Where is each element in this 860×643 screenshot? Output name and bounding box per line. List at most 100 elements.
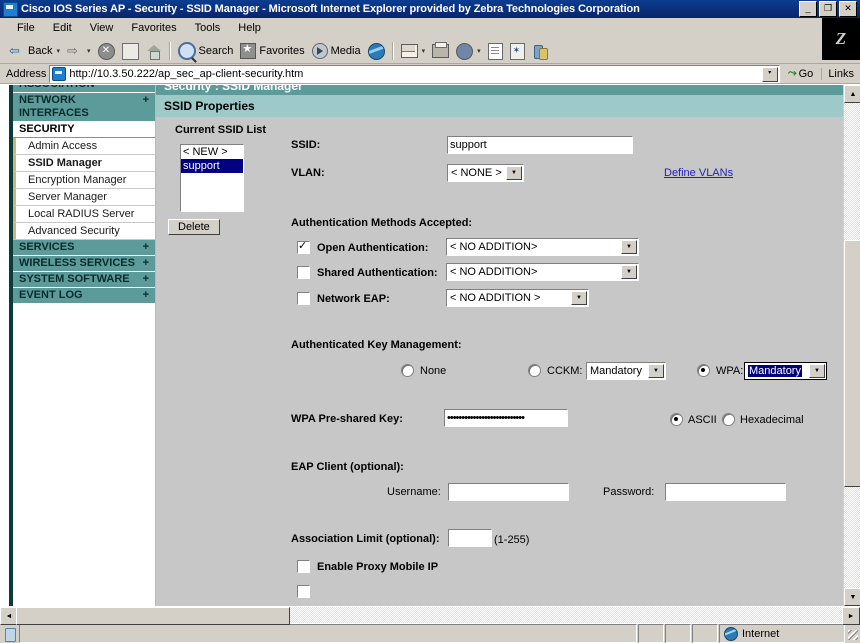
menu-item-file[interactable]: File bbox=[8, 20, 44, 36]
go-label: Go bbox=[799, 68, 814, 80]
horizontal-scrollbar[interactable]: ◄ ► bbox=[0, 606, 860, 623]
menu-item-help[interactable]: Help bbox=[229, 20, 270, 36]
sidebar-item-encryption-manager[interactable]: Encryption Manager bbox=[13, 172, 155, 189]
sidebar-item-server-manager[interactable]: Server Manager bbox=[13, 189, 155, 206]
menu-item-view[interactable]: View bbox=[81, 20, 123, 36]
stop-button[interactable]: ✕ bbox=[95, 40, 118, 62]
akm-wpa-select[interactable]: Mandatory ▼ bbox=[744, 362, 827, 380]
psk-label: WPA Pre-shared Key: bbox=[291, 413, 403, 425]
sidebar-item-admin-access[interactable]: Admin Access bbox=[13, 138, 155, 155]
mail-button[interactable]: ▾ bbox=[398, 40, 429, 62]
chevron-down-icon[interactable]: ▼ bbox=[648, 364, 664, 378]
password-input[interactable] bbox=[665, 483, 786, 501]
sidebar-group-security[interactable]: SECURITY bbox=[13, 122, 155, 138]
forward-button[interactable]: ▾ bbox=[64, 40, 94, 62]
delete-button[interactable]: Delete bbox=[168, 219, 220, 235]
sidebar-group-event-log[interactable]: EVENT LOG + bbox=[13, 288, 155, 304]
back-button[interactable]: Back ▾ bbox=[6, 40, 63, 62]
scroll-right-button[interactable]: ► bbox=[842, 607, 860, 625]
discuss-button[interactable] bbox=[507, 40, 528, 62]
print-button[interactable] bbox=[429, 40, 452, 62]
media-button[interactable]: Media bbox=[309, 40, 364, 62]
auth-methods-label: Authentication Methods Accepted: bbox=[291, 217, 472, 229]
sidebar-group-network-interfaces[interactable]: NETWORK INTERFACES + bbox=[13, 93, 155, 122]
shared-authentication-select[interactable]: < NO ADDITION> ▼ bbox=[446, 263, 639, 281]
sidebar-group-system-software[interactable]: SYSTEM SOFTWARE + bbox=[13, 272, 155, 288]
ssid-listbox[interactable]: < NEW > support bbox=[180, 144, 244, 212]
proxy-mobile-ip-checkbox[interactable] bbox=[297, 560, 310, 573]
hscrollbar-thumb[interactable] bbox=[16, 607, 290, 625]
go-button[interactable]: ⤳ Go bbox=[783, 67, 819, 80]
search-button[interactable]: Search bbox=[175, 40, 237, 62]
mail-icon bbox=[401, 44, 418, 58]
back-dropdown-caret[interactable]: ▾ bbox=[56, 47, 60, 55]
akm-cckm-option[interactable]: CCKM: bbox=[528, 364, 582, 377]
username-input[interactable] bbox=[448, 483, 569, 501]
sidebar-item-ssid-manager[interactable]: SSID Manager bbox=[13, 155, 155, 172]
scrollbar-thumb[interactable] bbox=[844, 240, 860, 487]
office-dropdown-caret[interactable]: ▾ bbox=[477, 47, 481, 55]
address-url-text: http://10.3.50.222/ap_sec_ap-client-secu… bbox=[69, 68, 303, 80]
define-vlans-link[interactable]: Define VLANs bbox=[664, 167, 733, 179]
forward-dropdown-caret[interactable]: ▾ bbox=[87, 47, 91, 55]
list-item[interactable]: < NEW > bbox=[181, 145, 243, 159]
sidebar-item-local-radius-server[interactable]: Local RADIUS Server bbox=[13, 206, 155, 223]
close-button[interactable]: ✕ bbox=[839, 1, 857, 17]
akm-wpa-option[interactable]: WPA: bbox=[697, 364, 743, 377]
scroll-up-button[interactable]: ▲ bbox=[844, 85, 860, 103]
chevron-down-icon[interactable]: ▼ bbox=[621, 265, 637, 279]
office-button[interactable]: ▾ bbox=[453, 40, 484, 62]
shared-authentication-checkbox[interactable] bbox=[297, 266, 310, 279]
resize-grip[interactable] bbox=[846, 625, 860, 642]
psk-input[interactable]: ••••••••••••••••••••••••••• bbox=[444, 409, 568, 427]
sidebar-item-advanced-security[interactable]: Advanced Security bbox=[13, 223, 155, 240]
ssid-input[interactable] bbox=[447, 136, 633, 154]
address-dropdown-button[interactable]: ▾ bbox=[762, 67, 778, 82]
akm-cckm-select[interactable]: Mandatory ▼ bbox=[586, 362, 666, 380]
network-eap-label: Network EAP: bbox=[317, 293, 390, 305]
psk-ascii-radio[interactable] bbox=[670, 413, 683, 426]
vlan-select[interactable]: < NONE > ▼ bbox=[447, 164, 524, 182]
username-label: Username: bbox=[387, 486, 441, 498]
history-button[interactable] bbox=[365, 40, 388, 62]
favorites-button[interactable]: Favorites bbox=[237, 40, 307, 62]
minimize-button[interactable]: _ bbox=[799, 1, 817, 17]
association-limit-input[interactable] bbox=[448, 529, 492, 547]
network-eap-checkbox[interactable] bbox=[297, 292, 310, 305]
chevron-down-icon[interactable]: ▼ bbox=[571, 291, 587, 305]
menu-item-favorites[interactable]: Favorites bbox=[122, 20, 185, 36]
chevron-down-icon[interactable]: ▼ bbox=[506, 166, 522, 180]
sidebar-group-wireless-services[interactable]: WIRELESS SERVICES + bbox=[13, 256, 155, 272]
mail-dropdown-caret[interactable]: ▾ bbox=[422, 47, 426, 55]
links-button[interactable]: Links bbox=[821, 68, 860, 80]
status-bar: Internet bbox=[0, 623, 860, 643]
psk-ascii-option[interactable]: ASCII bbox=[670, 413, 717, 426]
open-authentication-checkbox[interactable] bbox=[297, 241, 310, 254]
brand-mark: Z bbox=[836, 29, 846, 49]
psk-hexadecimal-option[interactable]: Hexadecimal bbox=[722, 413, 804, 426]
chevron-down-icon[interactable]: ▼ bbox=[809, 364, 825, 378]
edit-button[interactable] bbox=[485, 40, 506, 62]
address-input[interactable]: http://10.3.50.222/ap_sec_ap-client-secu… bbox=[49, 65, 779, 83]
psk-hexadecimal-radio[interactable] bbox=[722, 413, 735, 426]
refresh-button[interactable] bbox=[119, 40, 142, 62]
scroll-down-button[interactable]: ▼ bbox=[844, 588, 860, 606]
sidebar-group-services[interactable]: SERVICES + bbox=[13, 240, 155, 256]
expand-plus-icon: + bbox=[143, 273, 149, 286]
akm-none-radio[interactable] bbox=[401, 364, 414, 377]
sidebar-group-association[interactable]: ASSOCIATION bbox=[13, 84, 155, 93]
menu-item-edit[interactable]: Edit bbox=[44, 20, 81, 36]
akm-cckm-radio[interactable] bbox=[528, 364, 541, 377]
vertical-scrollbar[interactable]: ▲ ▼ bbox=[843, 85, 860, 606]
chevron-down-icon[interactable]: ▼ bbox=[621, 240, 637, 254]
home-button[interactable] bbox=[143, 40, 165, 62]
akm-wpa-radio[interactable] bbox=[697, 364, 710, 377]
menu-item-tools[interactable]: Tools bbox=[186, 20, 230, 36]
akm-none-option[interactable]: None bbox=[401, 364, 446, 377]
list-item[interactable]: support bbox=[181, 159, 243, 173]
next-option-checkbox[interactable] bbox=[297, 585, 310, 598]
network-eap-select[interactable]: < NO ADDITION > ▼ bbox=[446, 289, 589, 307]
restore-button[interactable]: ❐ bbox=[819, 1, 837, 17]
messenger-button[interactable] bbox=[529, 40, 550, 62]
open-authentication-select[interactable]: < NO ADDITION> ▼ bbox=[446, 238, 639, 256]
